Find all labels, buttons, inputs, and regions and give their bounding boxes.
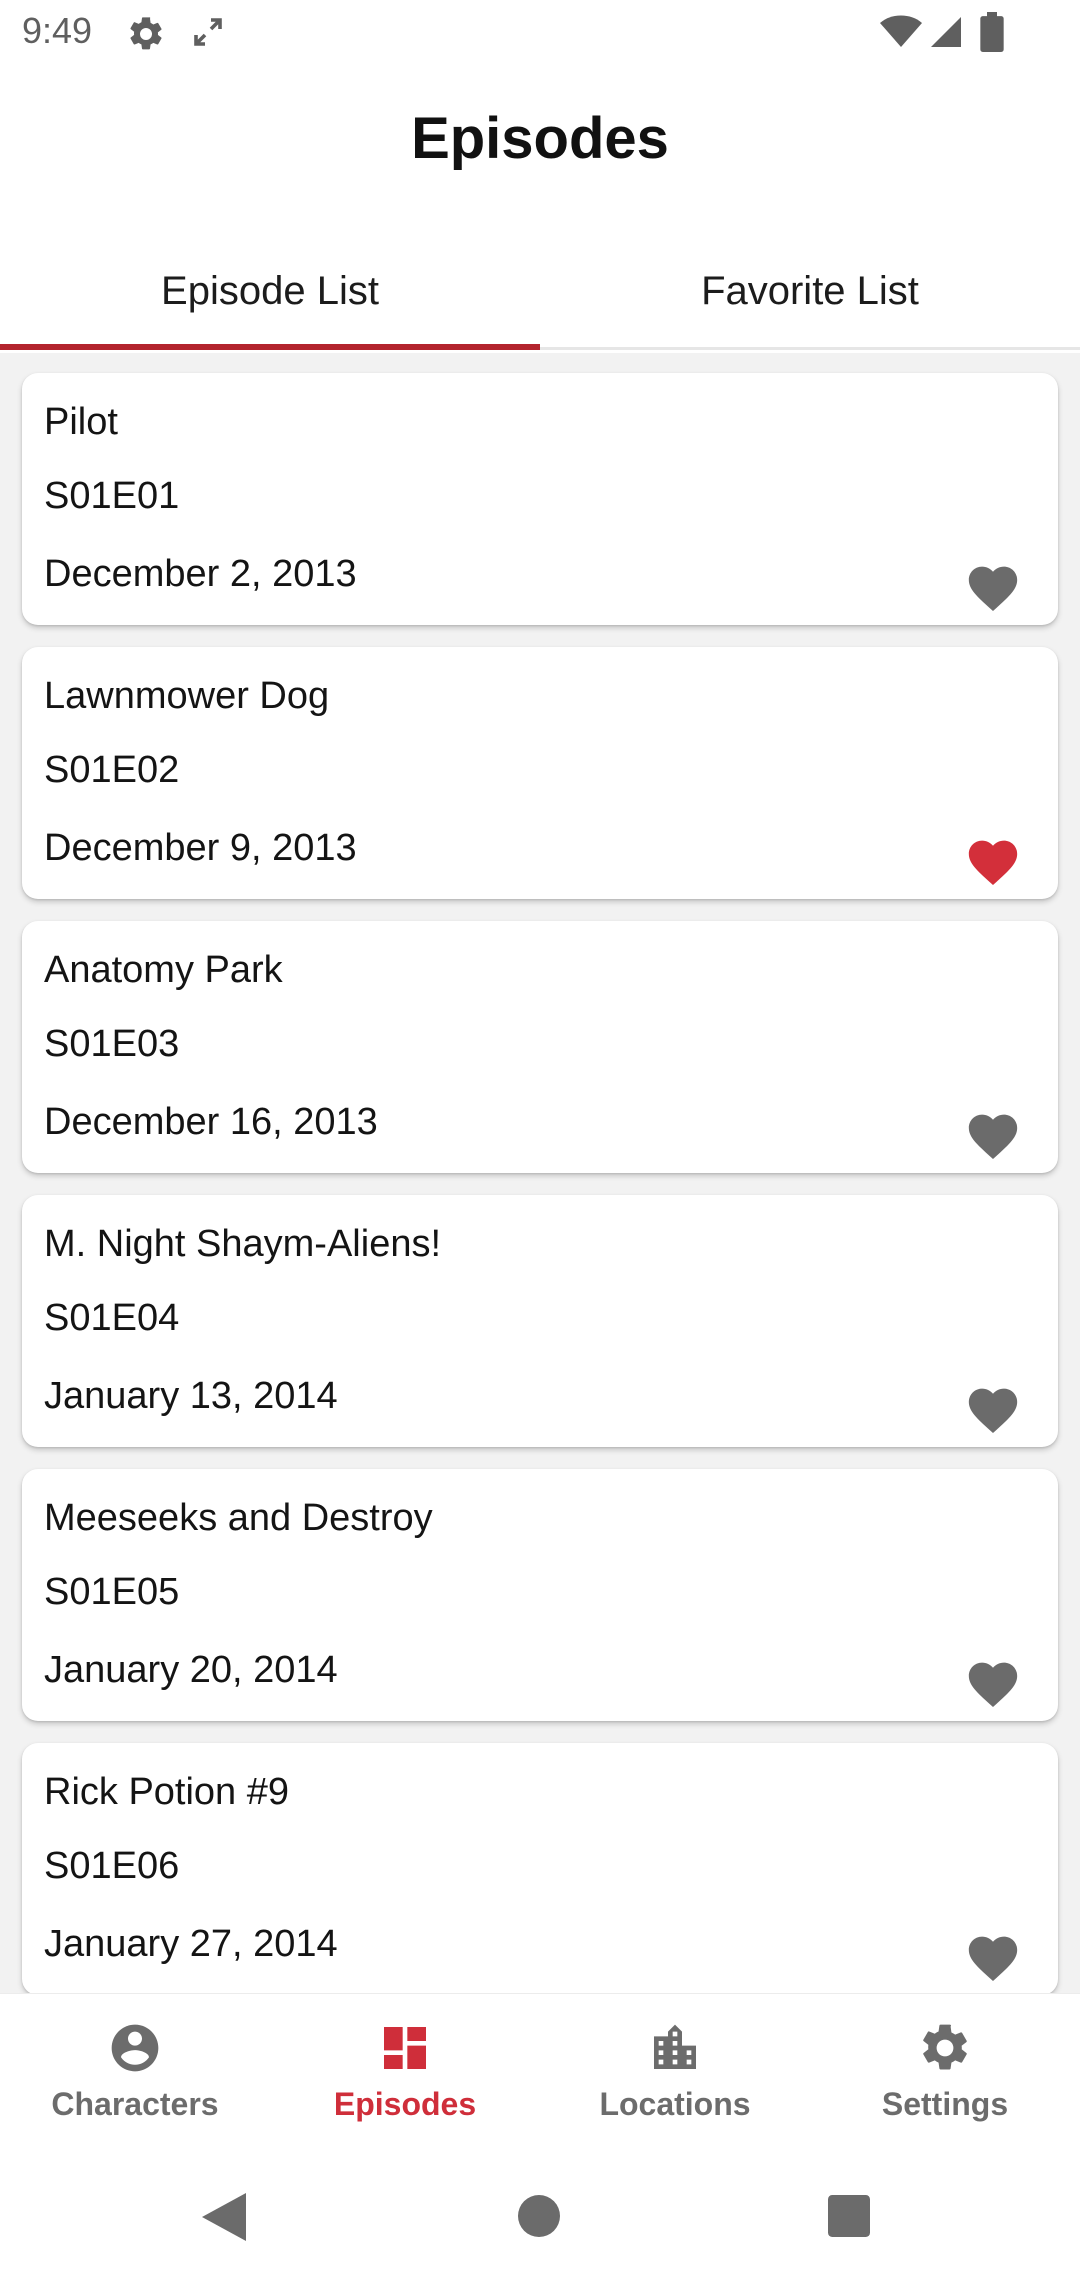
- episode-card[interactable]: Meeseeks and Destroy S01E05 January 20, …: [22, 1469, 1058, 1721]
- nav-label: Episodes: [333, 2086, 477, 2122]
- episode-air-date: December 2, 2013: [44, 553, 357, 595]
- episode-code: S01E05: [44, 1571, 180, 1613]
- bottom-navigation: Characters Episodes Locations Settings: [0, 1993, 1080, 2143]
- system-navigation-bar: [0, 2143, 1080, 2280]
- episode-name: Rick Potion #9: [44, 1771, 290, 1813]
- episode-code: S01E02: [44, 749, 180, 791]
- episode-name: Anatomy Park: [44, 949, 283, 991]
- episode-card[interactable]: M. Night Shaym-Aliens! S01E04 January 13…: [22, 1195, 1058, 1447]
- tab-favorite-list[interactable]: Favorite List: [540, 232, 1080, 350]
- favorite-heart-icon[interactable]: [964, 559, 1022, 613]
- nav-settings[interactable]: Settings: [810, 1994, 1080, 2144]
- episode-air-date: December 16, 2013: [44, 1101, 378, 1143]
- episode-card[interactable]: Pilot S01E01 December 2, 2013: [22, 373, 1058, 625]
- favorite-heart-icon[interactable]: [964, 833, 1022, 887]
- status-bar: 9:49: [0, 0, 1080, 66]
- nav-label: Characters: [51, 2086, 219, 2122]
- page-title: Episodes: [411, 106, 669, 171]
- home-icon[interactable]: [518, 2195, 560, 2237]
- episode-list[interactable]: Pilot S01E01 December 2, 2013 Lawnmower …: [0, 353, 1080, 1993]
- account-circle-icon: [111, 2024, 159, 2072]
- favorite-heart-icon[interactable]: [964, 1381, 1022, 1435]
- signal-icon: [931, 17, 961, 47]
- episode-air-date: January 20, 2014: [44, 1649, 338, 1691]
- expand-icon: [194, 18, 222, 46]
- episode-air-date: January 13, 2014: [44, 1375, 338, 1417]
- nav-characters[interactable]: Characters: [0, 1994, 270, 2144]
- episode-code: S01E04: [44, 1297, 180, 1339]
- episode-air-date: December 9, 2013: [44, 827, 357, 869]
- settings-status-icon: [130, 17, 162, 50]
- dashboard-icon: [384, 2027, 426, 2069]
- episode-air-date: January 27, 2014: [44, 1923, 338, 1965]
- episode-code: S01E01: [44, 475, 180, 517]
- episode-code: S01E03: [44, 1023, 180, 1065]
- episode-card[interactable]: Rick Potion #9 S01E06 January 27, 2014: [22, 1743, 1058, 1993]
- episode-name: M. Night Shaym-Aliens!: [44, 1223, 442, 1265]
- city-icon: [654, 2024, 696, 2069]
- nav-label: Settings: [881, 2086, 1009, 2122]
- wifi-icon: [880, 15, 922, 47]
- episode-card[interactable]: Lawnmower Dog S01E02 December 9, 2013: [22, 647, 1058, 899]
- recents-icon[interactable]: [828, 2195, 870, 2237]
- episode-name: Pilot: [44, 401, 118, 443]
- back-icon[interactable]: [202, 2193, 246, 2241]
- gear-icon: [923, 2024, 967, 2070]
- favorite-heart-icon[interactable]: [964, 1107, 1022, 1161]
- episode-name: Meeseeks and Destroy: [44, 1497, 433, 1539]
- episode-name: Lawnmower Dog: [44, 675, 330, 717]
- status-time: 9:49: [22, 10, 93, 51]
- favorite-heart-icon[interactable]: [964, 1929, 1022, 1983]
- tab-indicator: [0, 344, 540, 350]
- nav-locations[interactable]: Locations: [540, 1994, 810, 2144]
- episode-card[interactable]: Anatomy Park S01E03 December 16, 2013: [22, 921, 1058, 1173]
- nav-episodes[interactable]: Episodes: [270, 1994, 540, 2144]
- tab-bar: Episode List Favorite List: [0, 232, 1080, 350]
- tab-episode-list[interactable]: Episode List: [0, 232, 540, 350]
- battery-icon: [980, 12, 1004, 52]
- episode-code: S01E06: [44, 1845, 180, 1887]
- nav-label: Locations: [599, 2086, 751, 2122]
- favorite-heart-icon[interactable]: [964, 1655, 1022, 1709]
